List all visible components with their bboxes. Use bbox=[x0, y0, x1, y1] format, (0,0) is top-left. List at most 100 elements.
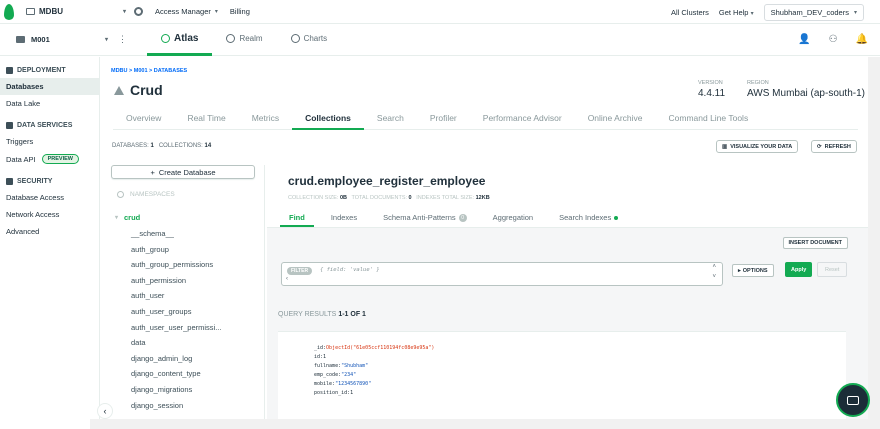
collection-item[interactable]: data bbox=[111, 335, 264, 351]
tab-search[interactable]: Search bbox=[364, 110, 417, 130]
get-help-menu[interactable]: Get Help ▾ bbox=[719, 8, 754, 17]
insert-document-button[interactable]: INSERT DOCUMENT bbox=[782, 237, 848, 249]
namespace-search-input[interactable]: NAMESPACES bbox=[111, 187, 261, 201]
sidebar-item-database-access[interactable]: Database Access bbox=[0, 189, 99, 206]
collection-list: __schema__ auth_group auth_group_permiss… bbox=[111, 226, 264, 413]
collection-item[interactable]: django_content_type bbox=[111, 366, 264, 382]
total-docs-label: TOTAL DOCUMENTS: bbox=[351, 195, 408, 201]
scroll-up-icon[interactable]: ˄ bbox=[712, 264, 716, 270]
sidebar-item-advanced[interactable]: Advanced bbox=[0, 223, 99, 240]
create-database-label: Create Database bbox=[158, 167, 216, 177]
collection-item[interactable]: auth_user bbox=[111, 288, 264, 304]
sidebar-item-network-access[interactable]: Network Access bbox=[0, 206, 99, 223]
doc-field: _id:ObjectId("61e05ccf110194fc08e9e95a") bbox=[314, 344, 846, 353]
total-docs-value: 0 bbox=[408, 195, 412, 201]
chat-support-button[interactable] bbox=[836, 383, 870, 417]
collection-item[interactable]: auth_group_permissions bbox=[111, 257, 264, 273]
more-options-icon[interactable]: ⋮ bbox=[118, 34, 127, 45]
tab-schema-anti-patterns[interactable]: Schema Anti-Patterns 0 bbox=[374, 211, 476, 227]
services-icon bbox=[6, 122, 13, 129]
tab-command-line-tools[interactable]: Command Line Tools bbox=[656, 110, 762, 130]
tab-search-indexes[interactable]: Search Indexes bbox=[550, 211, 627, 227]
org-name: MDBU bbox=[39, 7, 63, 16]
tab-profiler[interactable]: Profiler bbox=[417, 110, 470, 130]
invite-user-icon[interactable]: 👤 bbox=[798, 34, 810, 45]
create-database-button[interactable]: + Create Database bbox=[111, 165, 255, 179]
collection-item[interactable]: auth_user_groups bbox=[111, 304, 264, 320]
field-value: "234" bbox=[341, 372, 357, 378]
mongodb-leaf-icon[interactable] bbox=[4, 3, 14, 20]
field-key: mobile: bbox=[314, 381, 336, 387]
filter-pill: FILTER bbox=[287, 267, 313, 275]
org-selector[interactable]: MDBU ▾ bbox=[22, 7, 130, 16]
field-value: "1234567890" bbox=[335, 381, 372, 387]
collections-label: COLLECTIONS: bbox=[158, 143, 203, 149]
size-value: 0B bbox=[339, 195, 347, 201]
lock-icon bbox=[6, 178, 13, 185]
activity-feed-icon[interactable]: ⚇ bbox=[829, 34, 838, 45]
tab-indexes[interactable]: Indexes bbox=[322, 211, 366, 227]
tab-overview[interactable]: Overview bbox=[113, 110, 174, 130]
tab-online-archive[interactable]: Online Archive bbox=[575, 110, 656, 130]
user-name: Shubham_DEV_coders bbox=[770, 7, 849, 17]
size-label: COLLECTION SIZE: bbox=[288, 195, 339, 201]
sidebar-section-data-services: DATA SERVICES bbox=[0, 112, 99, 133]
query-results-header: QUERY RESULTS 1-1 OF 1 bbox=[278, 311, 366, 318]
tab-atlas[interactable]: Atlas bbox=[147, 24, 213, 56]
user-menu[interactable]: Shubham_DEV_coders ▾ bbox=[763, 3, 864, 21]
namespace-panel: + Create Database NAMESPACES ▾ crud __sche… bbox=[97, 165, 265, 429]
project-selector[interactable]: M001 ▾ bbox=[0, 35, 108, 44]
refresh-icon: ⟳ bbox=[817, 143, 822, 150]
chevron-down-icon: ▾ bbox=[115, 215, 119, 221]
access-manager-menu[interactable]: Access Manager ▾ bbox=[155, 7, 218, 16]
tab-find[interactable]: Find bbox=[280, 211, 314, 227]
section-label: DEPLOYMENT bbox=[17, 67, 66, 74]
collection-item[interactable]: auth_permission bbox=[111, 273, 264, 289]
bell-icon[interactable]: 🔔 bbox=[856, 34, 868, 45]
tab-aggregation[interactable]: Aggregation bbox=[484, 211, 542, 227]
reset-button[interactable]: Reset bbox=[817, 262, 848, 277]
field-value: 1 bbox=[350, 390, 354, 396]
billing-link[interactable]: Billing bbox=[230, 7, 250, 16]
refresh-button[interactable]: ⟳ REFRESH bbox=[811, 140, 857, 153]
collapse-sidebar-button[interactable]: ‹ bbox=[97, 403, 113, 419]
index-size-value: 12KB bbox=[475, 195, 490, 201]
tab-performance-advisor[interactable]: Performance Advisor bbox=[470, 110, 575, 130]
all-clusters-link[interactable]: All Clusters bbox=[671, 8, 709, 17]
tab-label: Schema Anti-Patterns bbox=[383, 213, 456, 222]
gear-icon[interactable] bbox=[134, 7, 143, 16]
doc-field: emp_code:"234" bbox=[314, 371, 846, 380]
visualize-data-button[interactable]: ▥ VISUALIZE YOUR DATA bbox=[716, 140, 799, 153]
sidebar-item-data-lake[interactable]: Data Lake bbox=[0, 95, 99, 112]
collection-item[interactable]: django_admin_log bbox=[111, 351, 264, 367]
chart-icon: ▥ bbox=[722, 143, 728, 150]
collection-item[interactable]: auth_user_user_permissi... bbox=[111, 320, 264, 336]
vertical-scrollbar[interactable] bbox=[868, 57, 880, 429]
tab-real-time[interactable]: Real Time bbox=[174, 110, 238, 130]
tab-realm[interactable]: Realm bbox=[212, 24, 276, 56]
collection-item[interactable]: __schema__ bbox=[111, 226, 264, 242]
breadcrumb[interactable]: MDBU > M001 > DATABASES bbox=[111, 68, 187, 74]
filter-input[interactable]: FILTER { field: 'value' } ‹ ˄ ˅ bbox=[281, 262, 723, 286]
tab-collections[interactable]: Collections bbox=[292, 110, 364, 130]
sidebar-item-databases[interactable]: Databases bbox=[0, 78, 99, 95]
collection-item[interactable]: django_session bbox=[111, 398, 264, 414]
sidebar-item-triggers[interactable]: Triggers bbox=[0, 133, 99, 150]
horizontal-scrollbar[interactable] bbox=[90, 419, 868, 429]
tab-realm-label: Realm bbox=[239, 33, 263, 43]
document-card[interactable]: _id:ObjectId("61e05ccf110194fc08e9e95a")… bbox=[278, 331, 846, 429]
options-button[interactable]: ▸ OPTIONS bbox=[732, 264, 774, 277]
tab-charts[interactable]: Charts bbox=[277, 24, 342, 56]
tab-metrics[interactable]: Metrics bbox=[239, 110, 292, 130]
chevron-right-icon: ▸ bbox=[738, 267, 741, 274]
collection-item[interactable]: django_migrations bbox=[111, 382, 264, 398]
scroll-down-icon[interactable]: ˅ bbox=[712, 274, 716, 280]
apply-button[interactable]: Apply bbox=[785, 262, 813, 277]
scroll-left-icon[interactable]: ‹ bbox=[286, 276, 288, 282]
chevron-down-icon: ▾ bbox=[214, 9, 218, 15]
field-key: _id: bbox=[314, 345, 327, 351]
collection-item[interactable]: auth_group bbox=[111, 242, 264, 258]
sidebar-item-data-api[interactable]: Data API PREVIEW bbox=[0, 150, 99, 168]
folder-icon bbox=[16, 36, 25, 43]
database-item-crud[interactable]: ▾ crud bbox=[111, 213, 264, 222]
